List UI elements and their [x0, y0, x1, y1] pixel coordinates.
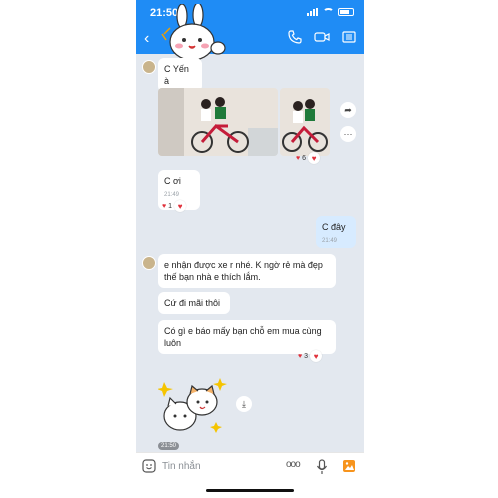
photo-bike-1[interactable]: [158, 88, 278, 156]
cat-sticker[interactable]: [158, 374, 232, 440]
wifi-icon: [323, 8, 334, 16]
message-input[interactable]: Tin nhắn: [162, 461, 201, 472]
chat-area: C Yến à ➦ ··· ♥ 6 ♥ C ơi 21:49 ♥ 1 ♥ C đ…: [136, 54, 364, 452]
message-text: Có gì e báo mấy bạn chỗ em mua cùng luôn: [164, 326, 322, 348]
heart-button-icon[interactable]: ♥: [308, 152, 321, 164]
sticker-time: 21:50: [158, 442, 180, 450]
message-input-bar: Tin nhắn ooo: [136, 452, 364, 481]
signal-icon: [307, 8, 319, 16]
reaction-summary[interactable]: ♥ 3 ♥: [298, 350, 323, 362]
message-text: e nhận được xe r nhé. K ngờ rẻ mà đẹp th…: [164, 260, 323, 282]
chat-header: ‹: [136, 4, 364, 61]
heart-reaction-icon: ♥: [298, 352, 303, 360]
reaction-count: 1: [168, 202, 173, 210]
message-bubble[interactable]: Cứ đi mãi thôi: [158, 292, 230, 314]
message-text: Cứ đi mãi thôi: [164, 298, 221, 308]
avatar[interactable]: [142, 256, 156, 270]
battery-icon: [338, 8, 354, 16]
heart-reaction-icon: ♥: [162, 202, 167, 210]
heart-reaction-icon: ♥: [296, 154, 301, 162]
back-arrow-icon[interactable]: ‹: [144, 30, 149, 48]
my-message-bubble[interactable]: C đây 21:49: [316, 216, 356, 248]
photo-bike-2[interactable]: [280, 88, 330, 156]
reaction-summary[interactable]: ♥ 6 ♥: [296, 152, 321, 164]
message-time: 21:49: [322, 238, 338, 244]
image-picker-icon[interactable]: [342, 459, 356, 473]
phone-call-icon[interactable]: [288, 30, 302, 44]
message-bubble[interactable]: Có gì e báo mấy bạn chỗ em mua cùng luôn: [158, 320, 336, 354]
share-forward-icon[interactable]: ➦: [340, 102, 356, 118]
message-bubble[interactable]: e nhận được xe r nhé. K ngờ rẻ mà đẹp th…: [158, 254, 336, 288]
status-icons: [307, 8, 354, 16]
avatar[interactable]: [142, 60, 156, 74]
download-icon[interactable]: ⤓: [236, 396, 252, 412]
message-text: C đây: [322, 222, 346, 232]
reaction-count: 6: [302, 154, 307, 162]
reaction-summary[interactable]: ♥ 1 ♥: [162, 200, 187, 212]
video-call-icon[interactable]: [314, 30, 330, 44]
message-text: C Yến à: [164, 64, 189, 86]
microphone-icon[interactable]: [316, 459, 328, 475]
phone-screen: 21:50 ‹ C Yến à ➦ ··· ♥ 6 ♥ C ơi 21:49 ♥…: [136, 0, 364, 498]
more-options-button[interactable]: ooo: [286, 459, 301, 470]
heart-button-icon[interactable]: ♥: [310, 350, 323, 362]
emoji-icon[interactable]: [142, 459, 156, 473]
heart-button-icon[interactable]: ♥: [174, 200, 187, 212]
message-bubble[interactable]: C Yến à: [158, 58, 202, 92]
message-text: C ơi: [164, 176, 181, 186]
menu-list-icon[interactable]: [342, 30, 356, 44]
reaction-count: 3: [304, 352, 309, 360]
home-indicator: [206, 489, 294, 492]
more-options-icon[interactable]: ···: [340, 126, 356, 142]
